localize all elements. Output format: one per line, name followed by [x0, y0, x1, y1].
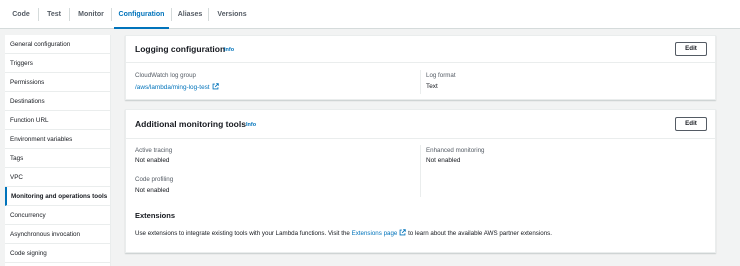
config-sidebar: General configuration Triggers Permissio…	[5, 35, 111, 266]
tab-test[interactable]: Test	[41, 0, 67, 29]
enhanced-monitoring-label: Enhanced monitoring	[426, 147, 485, 154]
log-format-value: Text	[426, 83, 438, 90]
logging-configuration-panel: Logging configuration Info Edit CloudWat…	[125, 35, 716, 100]
extensions-text-before: Use extensions to integrate existing too…	[135, 230, 352, 237]
extensions-heading: Extensions	[135, 211, 176, 220]
tab-separator	[69, 8, 70, 21]
code-profiling-value: Not enabled	[135, 187, 170, 194]
tab-separator	[38, 8, 39, 21]
logging-panel-title: Logging configuration	[135, 44, 226, 54]
panel-divider	[126, 62, 715, 63]
sidebar-item-vpc[interactable]: VPC	[5, 168, 111, 187]
tab-aliases[interactable]: Aliases	[174, 0, 206, 29]
tab-separator	[171, 8, 172, 21]
extensions-description: Use extensions to integrate existing too…	[135, 229, 552, 237]
logging-info-link[interactable]: Info	[224, 47, 234, 53]
active-tracing-value: Not enabled	[135, 157, 170, 164]
tab-monitor[interactable]: Monitor	[73, 0, 109, 29]
enhanced-monitoring-value: Not enabled	[426, 157, 461, 164]
sidebar-item-triggers[interactable]: Triggers	[5, 54, 111, 73]
log-group-label: CloudWatch log group	[135, 72, 196, 79]
tab-separator	[111, 8, 112, 21]
logging-edit-button[interactable]: Edit	[675, 42, 707, 56]
log-group-link[interactable]: /aws/lambda/ming-log-test	[135, 83, 219, 91]
extensions-page-link-text[interactable]: Extensions page	[352, 230, 398, 237]
sidebar-item-concurrency[interactable]: Concurrency	[5, 206, 111, 225]
column-divider	[420, 70, 421, 94]
tab-configuration[interactable]: Configuration	[114, 0, 169, 29]
sidebar-item-destinations[interactable]: Destinations	[5, 92, 111, 111]
extensions-text-after: to learn about the available AWS partner…	[406, 230, 552, 237]
sidebar-item-general-configuration[interactable]: General configuration	[5, 35, 111, 54]
sidebar-item-tags[interactable]: Tags	[5, 149, 111, 168]
panel-divider	[126, 138, 715, 139]
log-format-label: Log format	[426, 72, 456, 79]
external-link-icon	[212, 83, 219, 90]
monitoring-panel-title: Additional monitoring tools	[135, 119, 246, 129]
log-group-link-text[interactable]: /aws/lambda/ming-log-test	[135, 84, 210, 91]
sidebar-item-asynchronous-invocation[interactable]: Asynchronous invocation	[5, 225, 111, 244]
tab-versions[interactable]: Versions	[212, 0, 252, 29]
sidebar-item-code-signing[interactable]: Code signing	[5, 244, 111, 263]
code-profiling-label: Code profiling	[135, 176, 174, 183]
active-tracing-label: Active tracing	[135, 147, 173, 154]
extensions-page-link[interactable]: Extensions page	[352, 229, 407, 237]
sidebar-item-permissions[interactable]: Permissions	[5, 73, 111, 92]
tab-code[interactable]: Code	[6, 0, 36, 29]
sidebar-item-monitoring-and-operations-tools[interactable]: Monitoring and operations tools	[5, 187, 111, 206]
column-divider	[420, 145, 421, 197]
monitoring-tools-panel: Additional monitoring tools Info Edit Ac…	[125, 109, 716, 253]
monitoring-info-link[interactable]: Info	[246, 122, 256, 128]
tab-bar: Code Test Monitor Configuration Aliases …	[0, 0, 740, 29]
tab-separator	[208, 8, 209, 21]
sidebar-item-environment-variables[interactable]: Environment variables	[5, 130, 111, 149]
monitoring-edit-button[interactable]: Edit	[675, 117, 707, 131]
sidebar-item-function-url[interactable]: Function URL	[5, 111, 111, 130]
